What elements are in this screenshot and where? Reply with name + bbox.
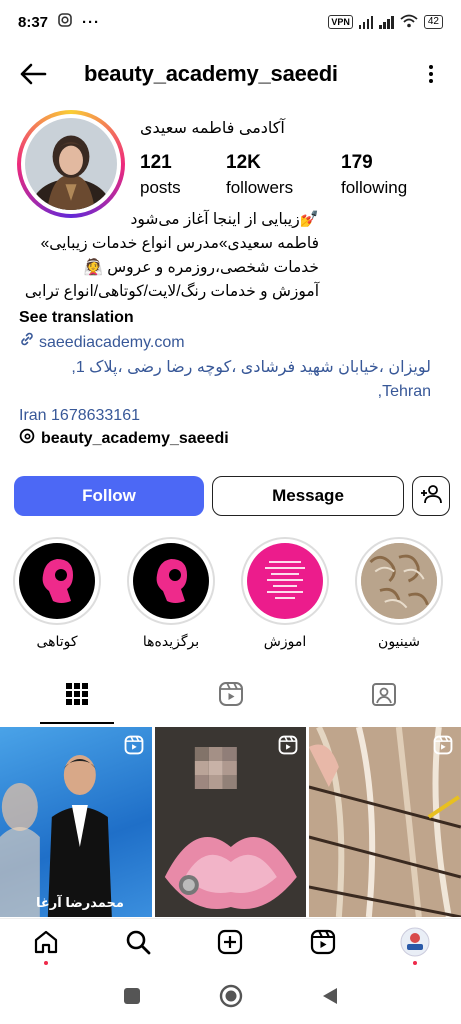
reels-icon <box>218 681 244 712</box>
link-icon <box>19 331 35 355</box>
stat-label: posts <box>140 178 181 197</box>
highlight-label: اموزش <box>263 633 307 649</box>
notification-dot <box>412 960 417 965</box>
notification-dot <box>44 960 49 965</box>
nav-home[interactable] <box>24 923 68 967</box>
back-arrow-icon[interactable] <box>18 59 48 89</box>
stat-label: following <box>341 178 408 197</box>
post-caption: محمدرضا آرغا <box>36 895 124 910</box>
follow-button[interactable]: Follow <box>14 476 204 516</box>
highlight-item[interactable]: شینیون <box>354 537 444 650</box>
vpn-badge: VPN <box>328 15 353 29</box>
back-triangle-icon[interactable] <box>321 986 339 1011</box>
highlight-cover <box>247 543 323 619</box>
home-circle-icon[interactable] <box>219 984 243 1013</box>
bio-line: آموزش و خدمات رنگ/لایت/کوتاهی/انواع تراب… <box>24 283 319 300</box>
stat-followers[interactable]: 12K followers <box>226 152 341 202</box>
message-button[interactable]: Message <box>212 476 404 516</box>
stat-label: followers <box>226 178 294 197</box>
tagged-icon <box>371 681 397 712</box>
more-options-icon[interactable] <box>419 59 443 89</box>
more-notifications-icon: ··· <box>82 13 101 31</box>
nav-profile[interactable] <box>393 923 437 967</box>
bio-line: فاطمه سعیدی»مدرس انواع خدمات زیبایی» <box>40 235 319 252</box>
page-title: beauty_academy_saeedi <box>84 61 338 86</box>
grid-icon <box>65 682 88 710</box>
status-bar: 8:37 ··· VPN 42 <box>0 0 461 44</box>
highlight-label: برگزیده‌ها <box>142 633 200 649</box>
reel-badge-icon <box>278 735 298 760</box>
tab-reels[interactable] <box>154 668 308 724</box>
address-line[interactable]: لویزان ،خیابان شهید فرشادی ،کوچه رضا رضی… <box>19 356 431 404</box>
battery-icon: 42 <box>423 15 443 29</box>
profile-full-name: آکادمی فاطمه سعیدی <box>140 120 285 137</box>
threads-badge[interactable]: beauty_academy_saeedi <box>19 428 229 449</box>
add-post-icon <box>217 929 243 960</box>
stat-value: 121 <box>140 152 172 173</box>
story-highlights: کوتاهی برگزیده‌ها اموزش شینیون <box>12 537 461 650</box>
threads-icon <box>19 428 35 449</box>
highlight-cover <box>361 543 437 619</box>
system-navigation-bar <box>0 972 461 1024</box>
add-user-button[interactable] <box>412 476 450 516</box>
highlight-item[interactable]: برگزیده‌ها <box>126 537 216 650</box>
profile-bio: 💅زیبایی از اینجا آغاز می‌شود فاطمه سعیدی… <box>19 208 444 428</box>
nav-search[interactable] <box>116 923 160 967</box>
signal-icon-2 <box>379 15 394 29</box>
profile-stats: 121 posts 12K followers 179 following <box>140 152 407 202</box>
highlight-label: کوتاهی <box>36 633 78 649</box>
profile-avatar-icon <box>400 927 430 962</box>
highlight-cover <box>133 543 209 619</box>
stat-following[interactable]: 179 following <box>341 152 407 202</box>
avatar-image <box>25 118 117 210</box>
avatar[interactable] <box>17 110 125 218</box>
posts-grid: محمدرضا آرغا <box>0 727 461 917</box>
highlight-label: شینیون <box>378 633 420 649</box>
nav-reels[interactable] <box>301 923 345 967</box>
reel-badge-icon <box>124 735 144 760</box>
grid-post[interactable]: محمدرضا آرغا <box>0 727 152 917</box>
status-time: 8:37 <box>18 13 49 31</box>
bottom-navigation <box>0 918 461 970</box>
instagram-status-icon <box>58 13 72 31</box>
threads-handle: beauty_academy_saeedi <box>41 429 229 447</box>
tab-tagged[interactable] <box>307 668 461 724</box>
grid-post[interactable] <box>154 727 307 917</box>
bio-line: خدمات شخصی،روزمره و عروس 👰 <box>83 259 319 276</box>
grid-post[interactable] <box>309 727 461 917</box>
highlight-cover <box>19 543 95 619</box>
website-text: saeediacademy.com <box>39 334 185 351</box>
see-translation-link[interactable]: See translation <box>19 306 444 330</box>
wifi-icon <box>400 14 418 31</box>
reels-icon <box>310 929 336 960</box>
tab-posts-grid[interactable] <box>0 668 154 724</box>
highlight-item[interactable]: اموزش <box>240 537 330 650</box>
profile-tabs <box>0 668 461 724</box>
profile-header: beauty_academy_saeedi <box>0 50 461 98</box>
bio-line: 💅زیبایی از اینجا آغاز می‌شود <box>130 211 319 228</box>
profile-actions: Follow Message <box>14 476 451 516</box>
recent-apps-icon[interactable] <box>123 987 141 1010</box>
signal-icon <box>358 15 374 29</box>
home-icon <box>33 929 59 960</box>
stat-value: 179 <box>341 152 373 173</box>
reel-badge-icon <box>433 735 453 760</box>
search-icon <box>125 929 151 960</box>
nav-create[interactable] <box>208 923 252 967</box>
website-link[interactable]: saeediacademy.com <box>19 330 444 356</box>
add-user-icon <box>420 484 442 509</box>
highlight-item[interactable]: کوتاهی <box>12 537 102 650</box>
stat-value: 12K <box>226 152 261 173</box>
stat-posts[interactable]: 121 posts <box>140 152 226 202</box>
address-line[interactable]: Iran 1678633161 <box>19 404 444 428</box>
